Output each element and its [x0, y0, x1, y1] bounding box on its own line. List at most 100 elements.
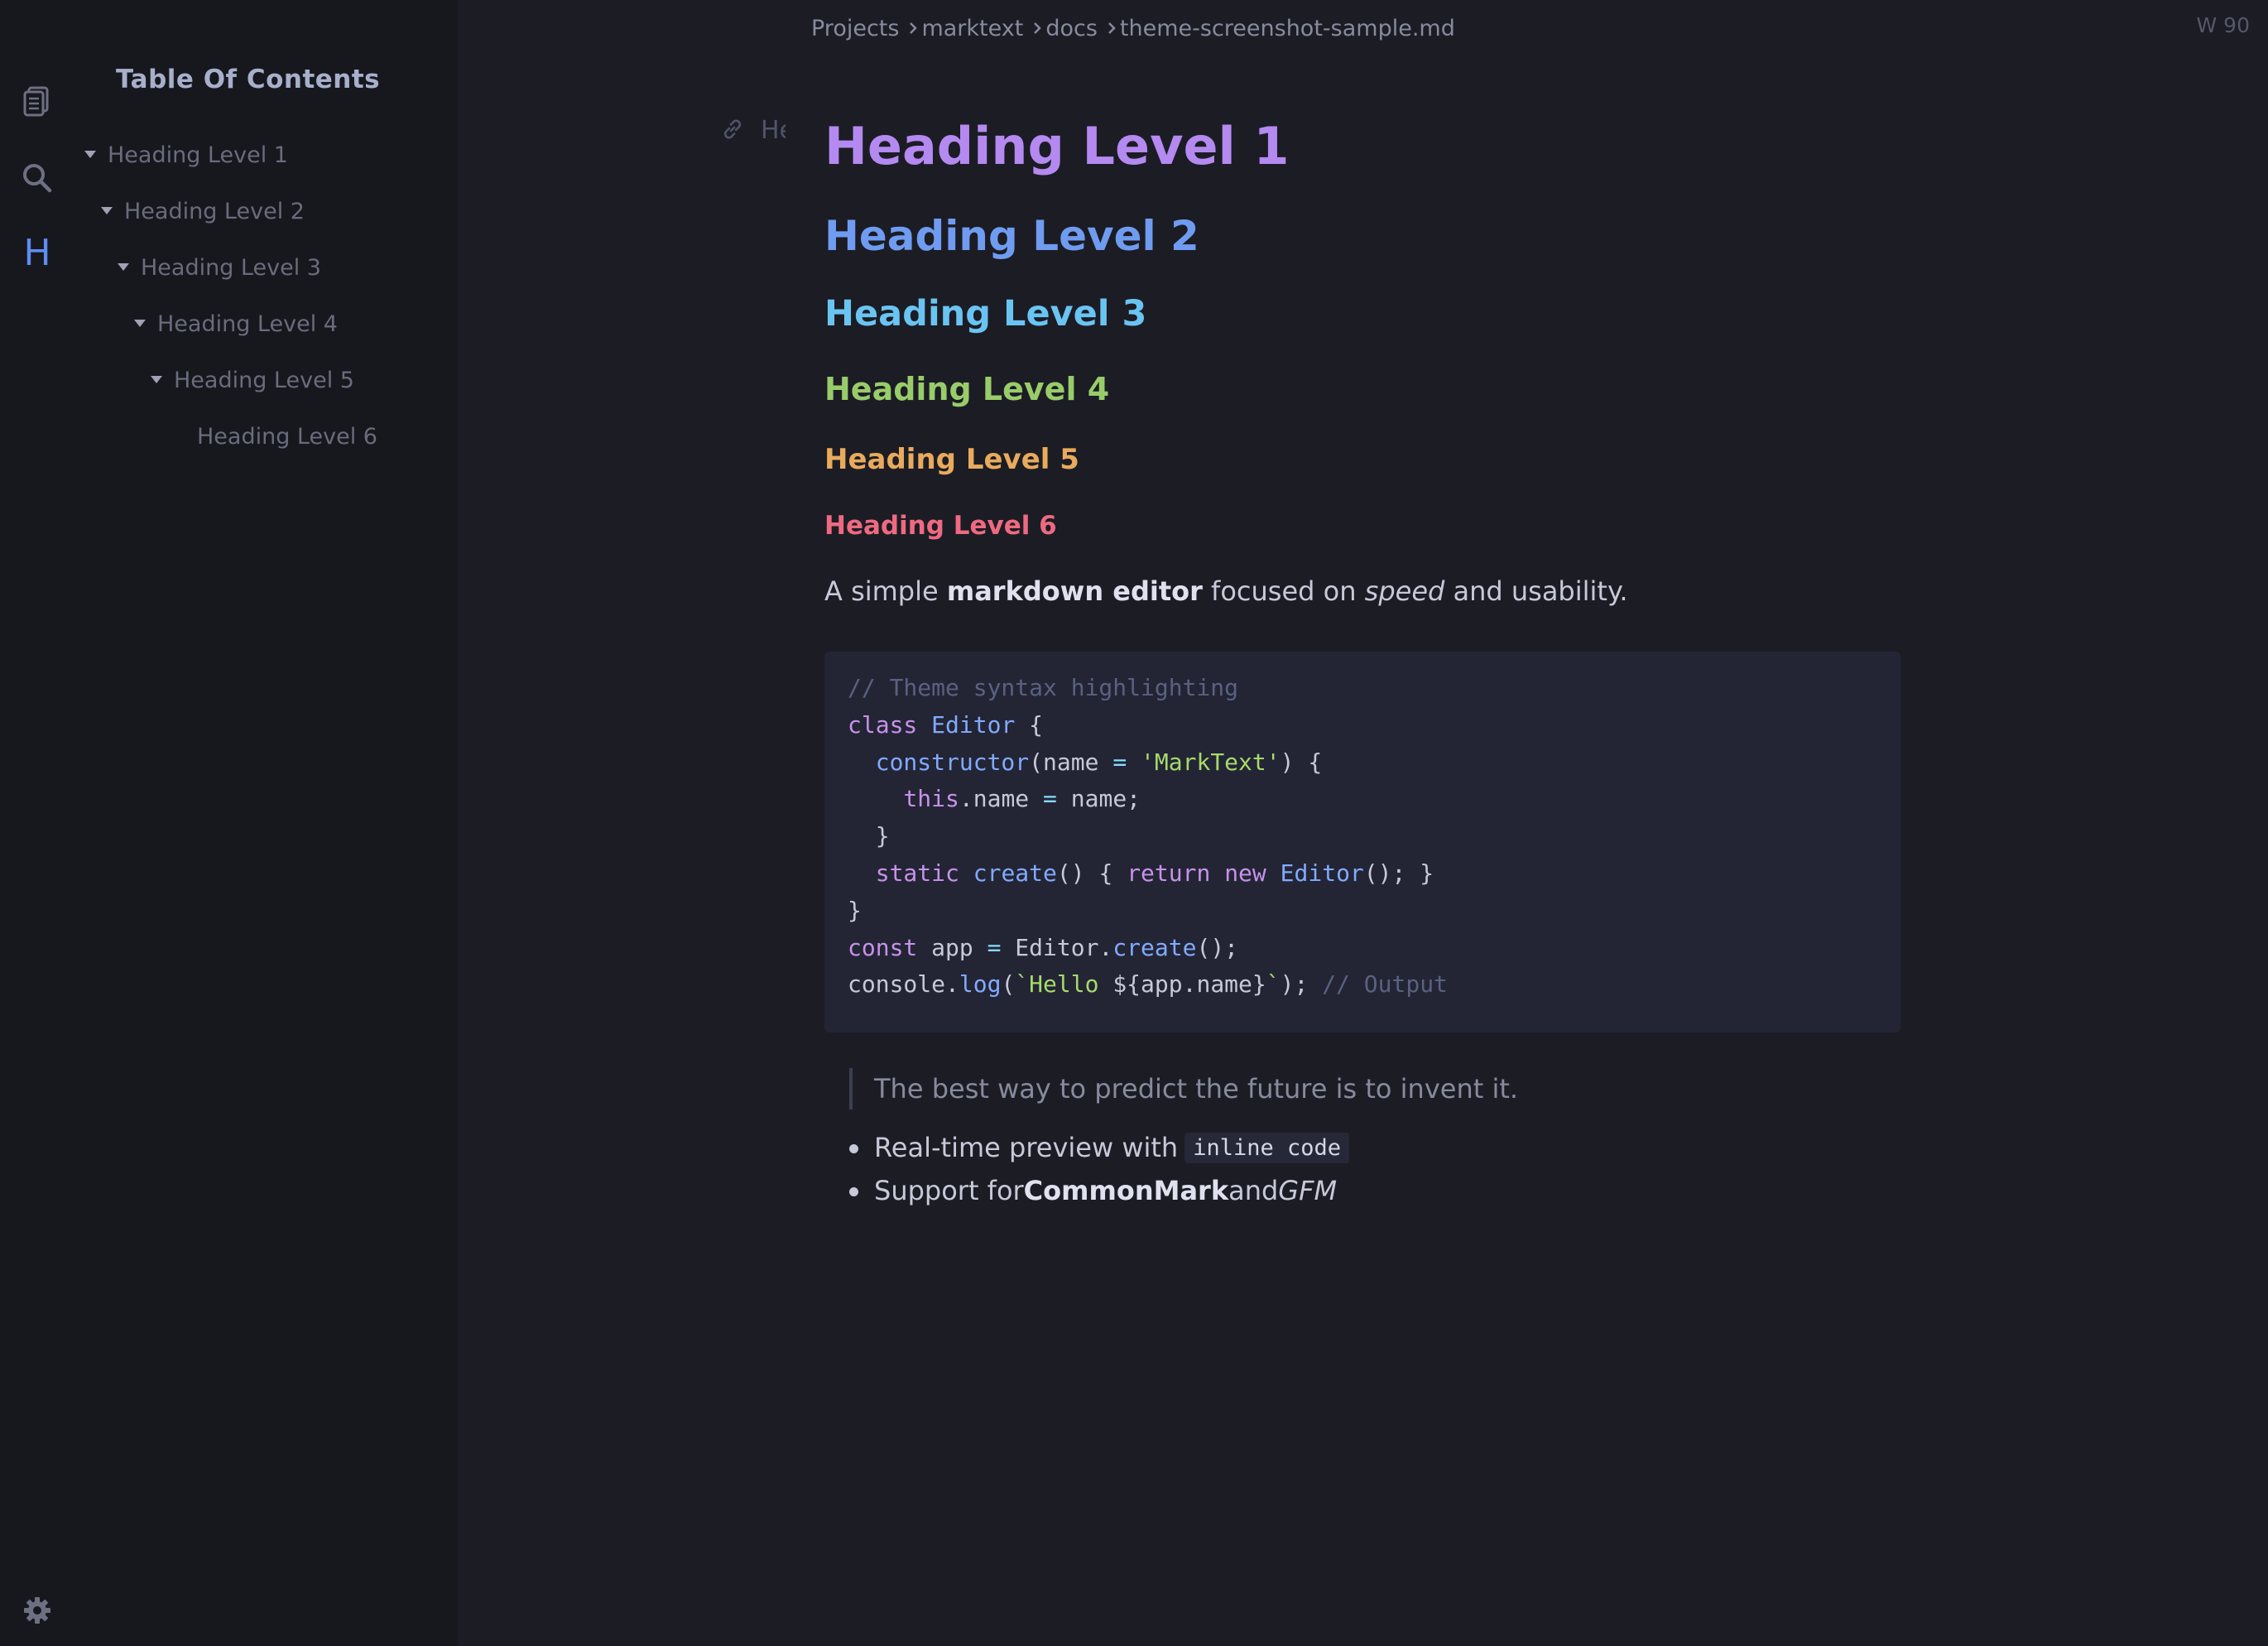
caret-down-icon[interactable] [151, 368, 174, 392]
heading-5[interactable]: Heading Level 5 [824, 443, 1079, 476]
code-token: // Output [1322, 970, 1448, 999]
toc-item-heading-1[interactable]: Heading Level 1 [84, 137, 288, 173]
code-token: app [917, 933, 987, 961]
caret-down-icon[interactable] [118, 256, 141, 279]
code-line: class Editor { [848, 707, 1877, 744]
breadcrumb-item[interactable]: Projects [811, 16, 899, 41]
italic-text: GFM [1278, 1175, 1338, 1206]
list-item-text: and [1228, 1175, 1279, 1206]
list-item-text: Support for [874, 1175, 1024, 1206]
inline-code: inline code [1184, 1132, 1350, 1163]
paragraph[interactable]: A simple markdown editor focused on spee… [824, 575, 1628, 607]
editor-pane: Projects marktext docs theme-screenshot-… [458, 0, 2268, 1646]
list-item[interactable]: Real-time preview with inline code [824, 1126, 1350, 1169]
code-token: ( [1001, 970, 1016, 999]
chevron-right-icon [909, 22, 918, 35]
code-line: // Theme syntax highlighting [848, 670, 1877, 707]
code-token: log [959, 970, 1002, 999]
code-line: console.log(`Hello ${app.name}`); // Out… [848, 966, 1877, 1003]
code-block[interactable]: // Theme syntax highlighting class Editor… [824, 652, 1900, 1032]
files-icon[interactable] [18, 83, 56, 121]
code-token: } [848, 896, 862, 924]
bullet-icon [849, 1144, 858, 1153]
code-token: static [875, 859, 959, 887]
code-token: name; [1056, 785, 1141, 813]
bold-text: CommonMark [1023, 1175, 1229, 1206]
code-token: = [1112, 748, 1127, 776]
code-token: console. [848, 970, 959, 999]
breadcrumb: Projects marktext docs theme-screenshot-… [811, 12, 1455, 45]
code-token: return [1127, 859, 1211, 887]
toc-sidebar: Table Of Contents Heading Level 1 Headin… [74, 0, 458, 1646]
blockquote[interactable]: The best way to predict the future is to… [849, 1068, 1518, 1109]
code-token: this [903, 785, 959, 813]
caret-down-icon[interactable] [134, 312, 157, 335]
code-token: = [987, 933, 1002, 961]
code-token: create [973, 859, 1057, 887]
breadcrumb-filename[interactable]: theme-screenshot-sample.md [1120, 16, 1455, 41]
heading-level-label[interactable]: He [761, 116, 786, 145]
code-token: ); [1280, 970, 1323, 999]
code-token: constructor [875, 748, 1030, 776]
heading-tools: He [721, 116, 786, 145]
toc-item-label: Heading Level 1 [108, 142, 288, 168]
code-token: new [1224, 859, 1266, 887]
link-icon[interactable] [721, 118, 744, 144]
code-token: } [848, 822, 890, 850]
heading-2[interactable]: Heading Level 2 [824, 212, 1199, 260]
heading-1[interactable]: Heading Level 1 [824, 116, 1290, 176]
code-line: this.name = name; [848, 781, 1877, 818]
toc-item-heading-3[interactable]: Heading Level 3 [118, 249, 321, 286]
settings-icon[interactable] [18, 1591, 56, 1629]
toc-item-heading-5[interactable]: Heading Level 5 [151, 362, 354, 398]
code-line: } [848, 818, 1877, 855]
toc-item-label: Heading Level 6 [197, 423, 377, 450]
code-token: () { [1056, 859, 1127, 887]
toc-item-heading-4[interactable]: Heading Level 4 [134, 306, 338, 342]
code-token: Editor [931, 710, 1016, 739]
paragraph-text: and usability. [1444, 575, 1628, 607]
code-token: class [848, 710, 918, 739]
code-line: const app = Editor.create(); [848, 930, 1877, 967]
code-token: 'MarkText' [1141, 748, 1281, 776]
toc-item-heading-2[interactable]: Heading Level 2 [101, 193, 305, 229]
word-count[interactable]: W 90 [2197, 13, 2250, 37]
list-item[interactable]: Support for CommonMark and GFM [824, 1169, 1349, 1212]
toc-title: Table Of Contents [116, 65, 381, 94]
code-token: const [848, 933, 918, 961]
heading-4[interactable]: Heading Level 4 [824, 371, 1109, 407]
activity-bar: H [0, 0, 74, 1646]
bullet-list: Real-time preview with inline code Suppo… [824, 1126, 1350, 1212]
code-token: ${app.name} [1112, 970, 1266, 999]
code-token: = [1043, 785, 1057, 813]
toc-item-label: Heading Level 2 [124, 198, 305, 224]
list-item-text: Real-time preview with [874, 1132, 1179, 1163]
code-token: (name [1029, 748, 1113, 776]
code-token: create [1112, 933, 1197, 961]
bold-text: markdown editor [946, 575, 1203, 607]
paragraph-text: A simple [824, 575, 947, 607]
chevron-right-icon [1033, 22, 1042, 35]
code-token: `Hello [1015, 970, 1113, 999]
toc-icon[interactable]: H [18, 232, 56, 274]
code-token: (); [1196, 933, 1239, 961]
heading-6[interactable]: Heading Level 6 [824, 511, 1057, 541]
code-token: (); } [1363, 859, 1434, 887]
toc-item-label: Heading Level 5 [174, 367, 354, 393]
code-token: Editor [1280, 859, 1364, 887]
breadcrumb-item[interactable]: marktext [921, 16, 1023, 41]
breadcrumb-item[interactable]: docs [1045, 16, 1098, 41]
caret-down-icon[interactable] [101, 200, 124, 223]
heading-3[interactable]: Heading Level 3 [824, 293, 1146, 334]
code-line: constructor(name = 'MarkText') { [848, 744, 1877, 782]
search-icon[interactable] [18, 159, 56, 197]
code-token: .name [959, 785, 1044, 813]
caret-down-icon[interactable] [84, 143, 108, 166]
toc-item-heading-6[interactable]: Heading Level 6 [197, 418, 377, 455]
